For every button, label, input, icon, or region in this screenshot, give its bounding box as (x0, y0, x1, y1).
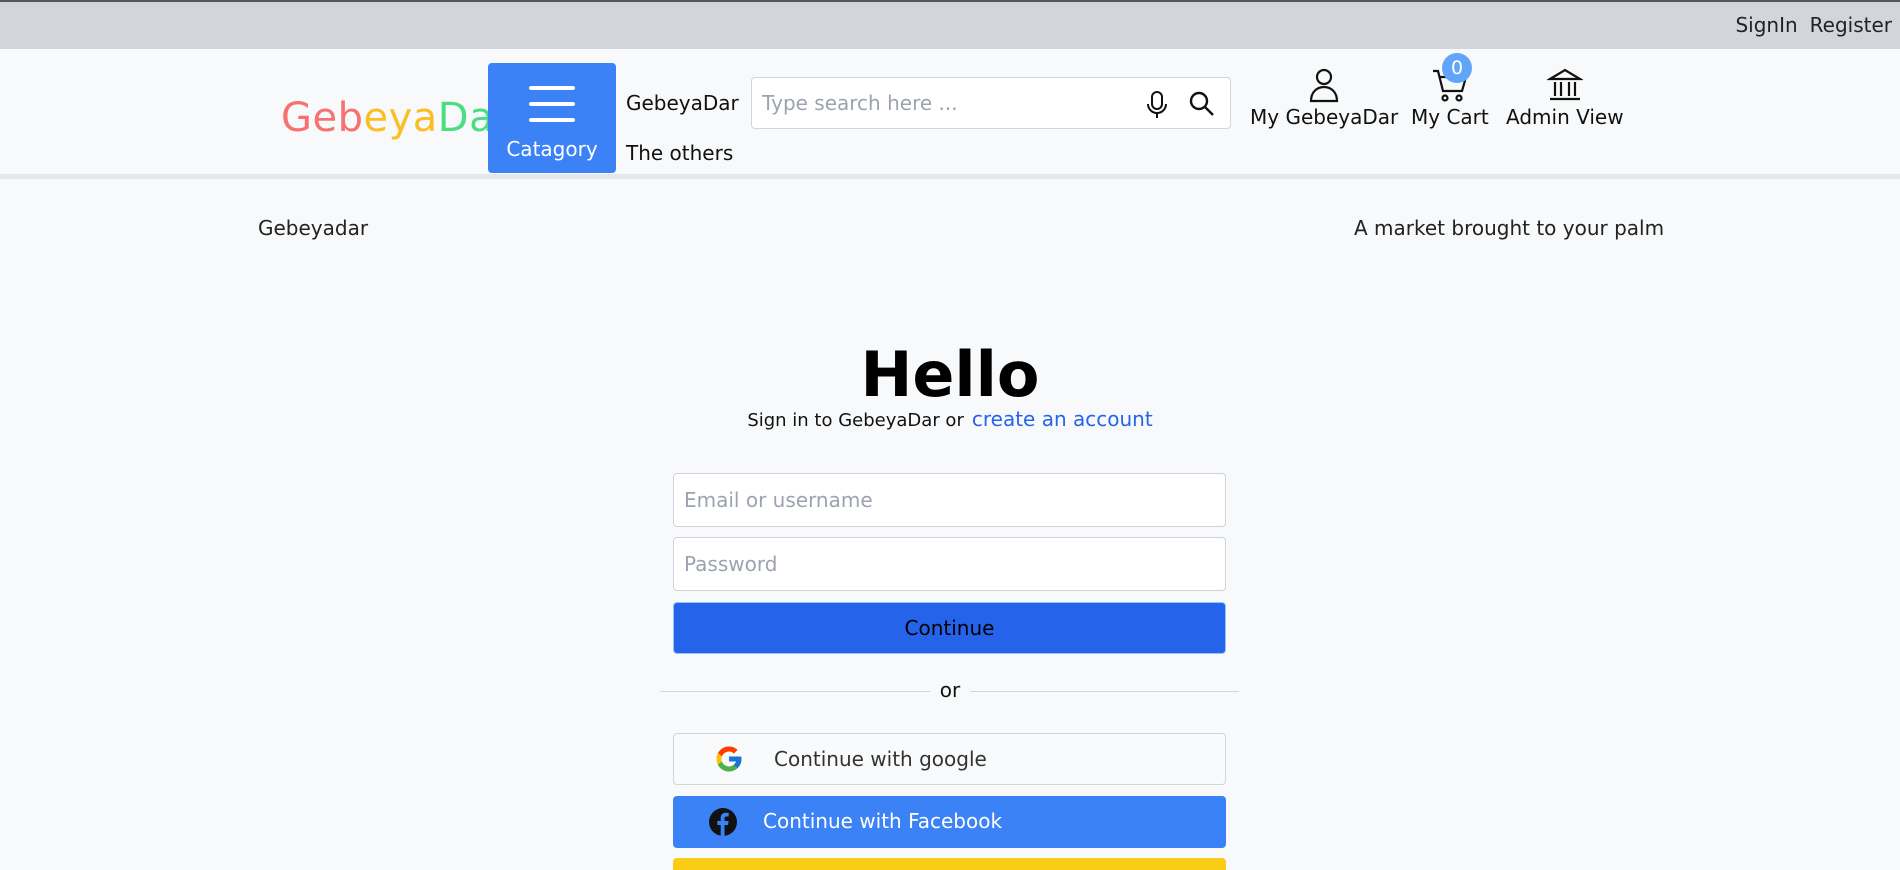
facebook-signin-button[interactable]: Continue with Facebook (673, 796, 1226, 848)
continue-button[interactable]: Continue (673, 602, 1226, 654)
site-name-tagline: Gebeyadar (258, 216, 369, 240)
category-button-label: Catagory (506, 137, 598, 161)
auth-links: SignIn Register (1735, 13, 1892, 37)
mic-icon[interactable] (1144, 90, 1170, 124)
logo-letter: e (363, 95, 389, 141)
signin-subtitle: Sign in to GebeyaDar or create an account (0, 407, 1900, 431)
or-text: or (930, 678, 970, 702)
nav-link-gebeyadar[interactable]: GebeyaDar (626, 91, 739, 141)
my-account-label: My GebeyaDar (1250, 105, 1399, 129)
bank-icon (1506, 67, 1624, 103)
facebook-icon (708, 807, 738, 842)
google-signin-label: Continue with google (774, 747, 987, 771)
logo-letter: G (281, 95, 313, 141)
password-field[interactable] (673, 537, 1226, 591)
nav-link-others[interactable]: The others (626, 141, 739, 191)
search-bar (751, 77, 1231, 129)
logo-letter: e (312, 95, 338, 141)
admin-view-link[interactable]: Admin View (1506, 67, 1624, 129)
logo-letter: y (388, 95, 413, 141)
logo-letter: D (437, 95, 470, 141)
header: GebeyaDar Catagory GebeyaDar The others (0, 49, 1900, 179)
search-icon[interactable] (1188, 90, 1216, 122)
or-divider: or (660, 678, 1239, 702)
search-input[interactable] (762, 88, 1122, 118)
google-signin-button[interactable]: Continue with google (673, 733, 1226, 785)
signin-link[interactable]: SignIn (1735, 13, 1797, 37)
logo-letter: a (412, 95, 438, 141)
admin-view-label: Admin View (1506, 105, 1624, 129)
logo-letter: b (337, 95, 364, 141)
hamburger-icon (529, 86, 575, 134)
additional-signin-button[interactable] (673, 858, 1226, 870)
nav-links: GebeyaDar The others (626, 91, 739, 191)
user-icon (1250, 67, 1398, 103)
create-account-link[interactable]: create an account (972, 407, 1153, 431)
logo[interactable]: GebeyaDar (281, 95, 511, 141)
register-link[interactable]: Register (1810, 13, 1892, 37)
page-title: Hello (860, 338, 1040, 411)
slogan-tagline: A market brought to your palm (1354, 216, 1665, 240)
email-field[interactable] (673, 473, 1226, 527)
my-account-link[interactable]: My GebeyaDar (1250, 67, 1398, 129)
signin-subtitle-text: Sign in to GebeyaDar or (747, 410, 964, 431)
category-button[interactable]: Catagory (488, 63, 616, 173)
cart-count-badge: 0 (1442, 53, 1472, 83)
facebook-signin-label: Continue with Facebook (763, 809, 1003, 833)
google-icon (714, 744, 744, 779)
cart-label: My Cart (1411, 105, 1489, 129)
top-bar: SignIn Register (0, 0, 1900, 49)
